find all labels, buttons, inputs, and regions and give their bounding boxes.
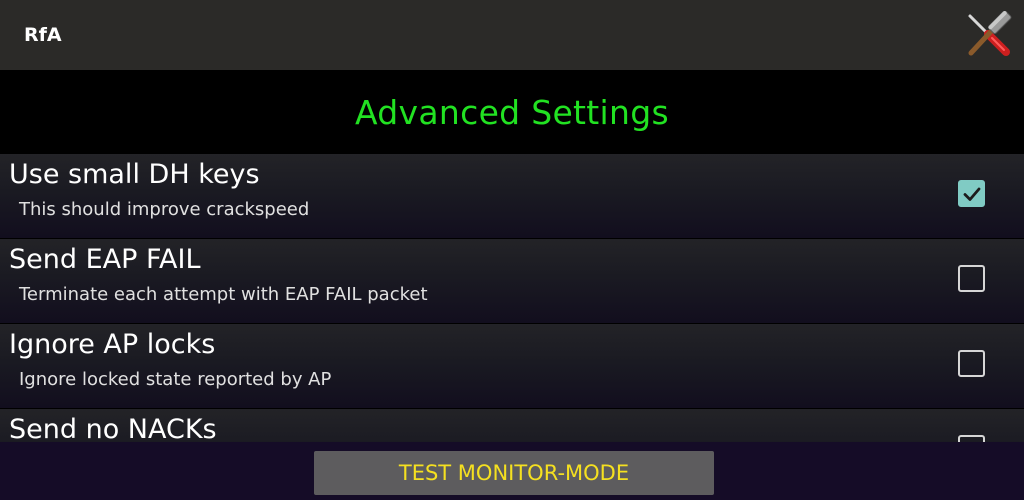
setting-row-ignore-ap-locks[interactable]: Ignore AP locks Ignore locked state repo…: [0, 324, 1024, 408]
setting-checkbox[interactable]: [958, 435, 985, 442]
app-bar: RfA: [0, 0, 1024, 70]
setting-title: Send no NACKs: [9, 414, 217, 442]
setting-checkbox[interactable]: [958, 180, 985, 207]
setting-checkbox[interactable]: [958, 350, 985, 377]
app-title: RfA: [24, 24, 62, 46]
setting-subtitle: Terminate each attempt with EAP FAIL pac…: [19, 284, 428, 305]
page-title: Advanced Settings: [355, 92, 669, 132]
setting-checkbox[interactable]: [958, 265, 985, 292]
setting-row-small-dh-keys[interactable]: Use small DH keys This should improve cr…: [0, 154, 1024, 238]
test-monitor-mode-button[interactable]: TEST MONITOR-MODE: [314, 451, 714, 495]
setting-row-send-no-nacks[interactable]: Send no NACKs: [0, 409, 1024, 442]
settings-list[interactable]: Use small DH keys This should improve cr…: [0, 154, 1024, 442]
bottom-bar: TEST MONITOR-MODE: [0, 442, 1024, 500]
hammer-screwdriver-icon: [968, 11, 1012, 56]
setting-title: Ignore AP locks: [9, 329, 216, 360]
setting-subtitle: Ignore locked state reported by AP: [19, 369, 332, 390]
setting-title: Use small DH keys: [9, 159, 260, 190]
settings-header: Advanced Settings: [0, 70, 1024, 154]
setting-subtitle: This should improve crackspeed: [19, 199, 310, 220]
setting-row-send-eap-fail[interactable]: Send EAP FAIL Terminate each attempt wit…: [0, 239, 1024, 323]
setting-title: Send EAP FAIL: [9, 244, 201, 275]
tools-button[interactable]: [962, 9, 1014, 61]
check-icon: [963, 187, 980, 201]
